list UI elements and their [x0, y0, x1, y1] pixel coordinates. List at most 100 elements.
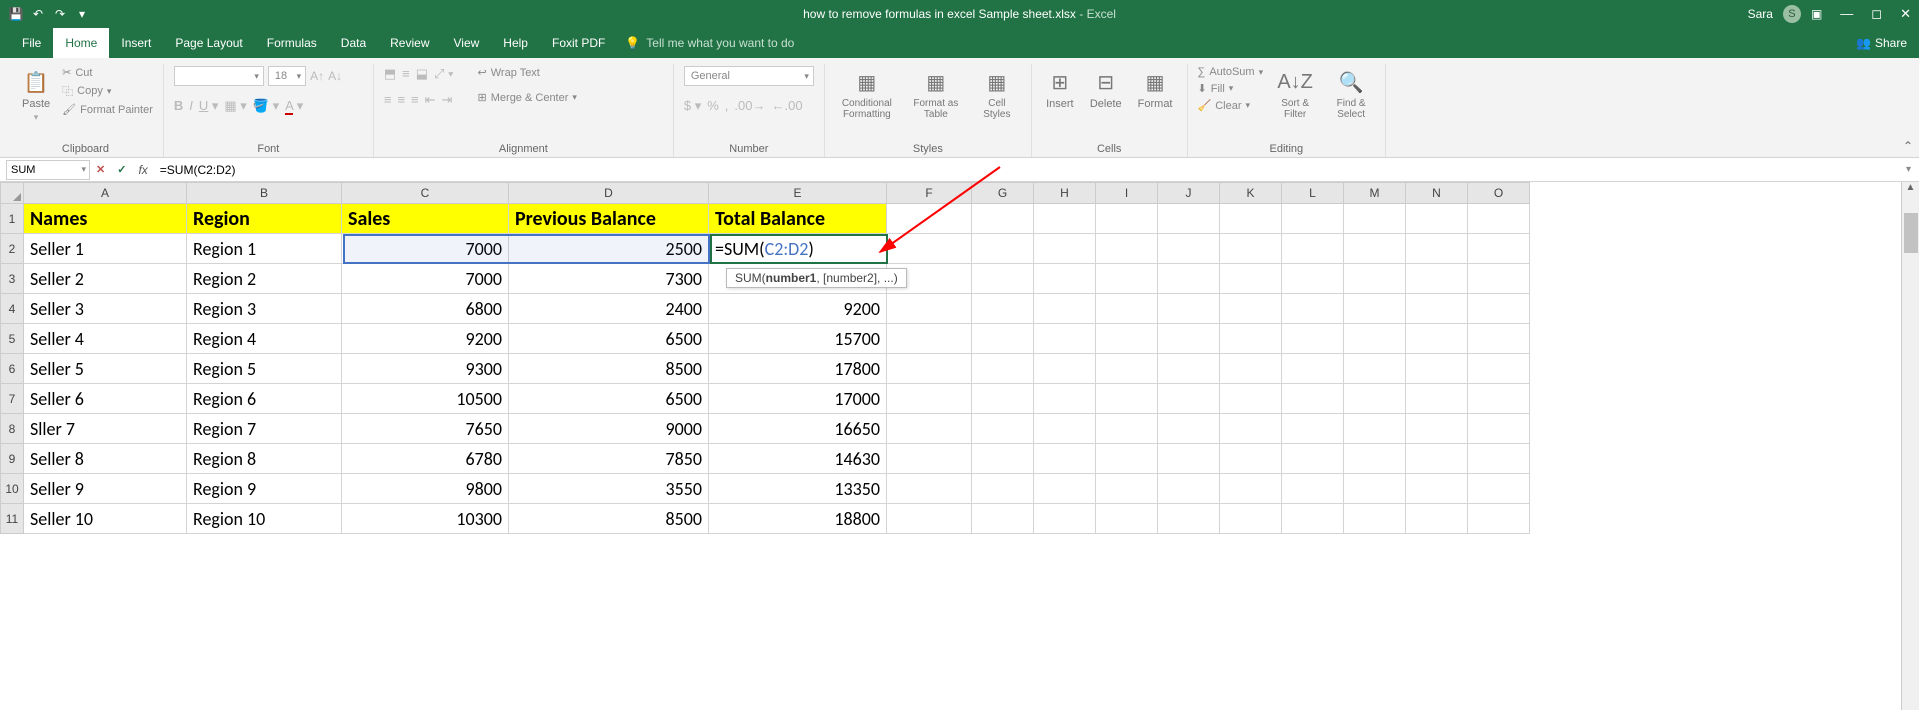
cell[interactable]: [1468, 354, 1530, 384]
increase-font-icon[interactable]: A↑: [310, 69, 324, 83]
cell[interactable]: 9800: [342, 474, 509, 504]
cell[interactable]: 2500: [509, 234, 709, 264]
cell[interactable]: Sales: [342, 204, 509, 234]
cell[interactable]: [1406, 354, 1468, 384]
cell[interactable]: [1096, 474, 1158, 504]
paste-button[interactable]: 📋 Paste ▾: [18, 66, 54, 125]
column-header[interactable]: N: [1406, 182, 1468, 204]
cell[interactable]: [1406, 474, 1468, 504]
cell[interactable]: [1468, 234, 1530, 264]
column-header[interactable]: C: [342, 182, 509, 204]
cell[interactable]: [1344, 264, 1406, 294]
cell[interactable]: [887, 324, 972, 354]
cell[interactable]: 8500: [509, 354, 709, 384]
collapse-ribbon-icon[interactable]: ⌃: [1903, 139, 1913, 153]
cell[interactable]: [887, 504, 972, 534]
cell[interactable]: [887, 444, 972, 474]
cell[interactable]: [1158, 354, 1220, 384]
cell[interactable]: [1034, 324, 1096, 354]
increase-indent-icon[interactable]: ⇥: [442, 92, 453, 108]
cell[interactable]: [1406, 234, 1468, 264]
cell[interactable]: [1034, 504, 1096, 534]
cell[interactable]: [1344, 474, 1406, 504]
cell[interactable]: 10500: [342, 384, 509, 414]
cell[interactable]: Names: [24, 204, 187, 234]
cell[interactable]: [1220, 444, 1282, 474]
column-header[interactable]: O: [1468, 182, 1530, 204]
conditional-formatting-button[interactable]: ▦Conditional Formatting: [835, 66, 899, 122]
align-bottom-icon[interactable]: ⬓: [416, 66, 428, 82]
cell[interactable]: [1220, 294, 1282, 324]
cell[interactable]: Seller 1: [24, 234, 187, 264]
cell[interactable]: 2400: [509, 294, 709, 324]
cell[interactable]: 17000: [709, 384, 887, 414]
align-middle-icon[interactable]: ≡: [402, 66, 410, 82]
row-header[interactable]: 5: [0, 324, 24, 354]
formula-input[interactable]: [154, 163, 1906, 177]
cell[interactable]: Seller 8: [24, 444, 187, 474]
tell-me-search[interactable]: 💡 Tell me what you want to do: [625, 36, 794, 50]
column-header[interactable]: J: [1158, 182, 1220, 204]
row-header[interactable]: 6: [0, 354, 24, 384]
cell[interactable]: [887, 204, 972, 234]
tab-insert[interactable]: Insert: [109, 28, 163, 58]
cell[interactable]: [1282, 474, 1344, 504]
cell[interactable]: [1344, 384, 1406, 414]
cell[interactable]: [972, 234, 1034, 264]
minimize-icon[interactable]: —: [1840, 6, 1853, 22]
save-icon[interactable]: 💾: [8, 6, 24, 22]
cell[interactable]: [1034, 264, 1096, 294]
row-header[interactable]: 10: [0, 474, 24, 504]
cell[interactable]: 9300: [342, 354, 509, 384]
cell[interactable]: 17800: [709, 354, 887, 384]
decrease-indent-icon[interactable]: ⇤: [425, 92, 436, 108]
cell[interactable]: [887, 294, 972, 324]
cell[interactable]: [1406, 384, 1468, 414]
cell[interactable]: [1220, 504, 1282, 534]
column-header[interactable]: D: [509, 182, 709, 204]
cell[interactable]: Seller 10: [24, 504, 187, 534]
row-header[interactable]: 3: [0, 264, 24, 294]
cell[interactable]: 8500: [509, 504, 709, 534]
cell[interactable]: [1468, 414, 1530, 444]
column-header[interactable]: B: [187, 182, 342, 204]
undo-icon[interactable]: ↶: [30, 6, 46, 22]
tab-page-layout[interactable]: Page Layout: [163, 28, 254, 58]
cell[interactable]: 9200: [709, 294, 887, 324]
cell[interactable]: 6500: [509, 384, 709, 414]
user-name[interactable]: Sara: [1748, 7, 1773, 21]
cell[interactable]: [1406, 444, 1468, 474]
grid-body[interactable]: 1NamesRegionSalesPrevious BalanceTotal B…: [0, 204, 1919, 534]
cell[interactable]: Region 3: [187, 294, 342, 324]
find-select-button[interactable]: 🔍Find & Select: [1327, 66, 1375, 122]
row-header[interactable]: 1: [0, 204, 24, 234]
cell[interactable]: [1096, 204, 1158, 234]
cell[interactable]: 6780: [342, 444, 509, 474]
merge-center-button[interactable]: ⊞Merge & Center▾: [478, 91, 577, 104]
fill-button[interactable]: ⬇Fill▾: [1198, 82, 1264, 95]
cell[interactable]: [1406, 414, 1468, 444]
cell[interactable]: [1158, 414, 1220, 444]
tab-view[interactable]: View: [442, 28, 492, 58]
format-cells-button[interactable]: ▦Format: [1134, 66, 1177, 112]
cell[interactable]: [1468, 444, 1530, 474]
cell[interactable]: [1282, 384, 1344, 414]
customize-qat-icon[interactable]: ▾: [74, 6, 90, 22]
cell[interactable]: [1158, 504, 1220, 534]
tab-review[interactable]: Review: [378, 28, 441, 58]
cell[interactable]: [1220, 204, 1282, 234]
cell[interactable]: [1344, 234, 1406, 264]
cell[interactable]: [1034, 384, 1096, 414]
cell[interactable]: =SUM(C2:D2): [709, 234, 887, 264]
cell[interactable]: [1282, 294, 1344, 324]
cell[interactable]: 10300: [342, 504, 509, 534]
cell[interactable]: [1034, 414, 1096, 444]
cell[interactable]: [1282, 204, 1344, 234]
cell[interactable]: 7850: [509, 444, 709, 474]
underline-button[interactable]: U ▾: [199, 98, 219, 114]
align-center-icon[interactable]: ≡: [397, 92, 405, 108]
cell[interactable]: [1158, 264, 1220, 294]
cell[interactable]: [1468, 264, 1530, 294]
currency-icon[interactable]: $ ▾: [684, 98, 701, 114]
cell[interactable]: [1034, 204, 1096, 234]
